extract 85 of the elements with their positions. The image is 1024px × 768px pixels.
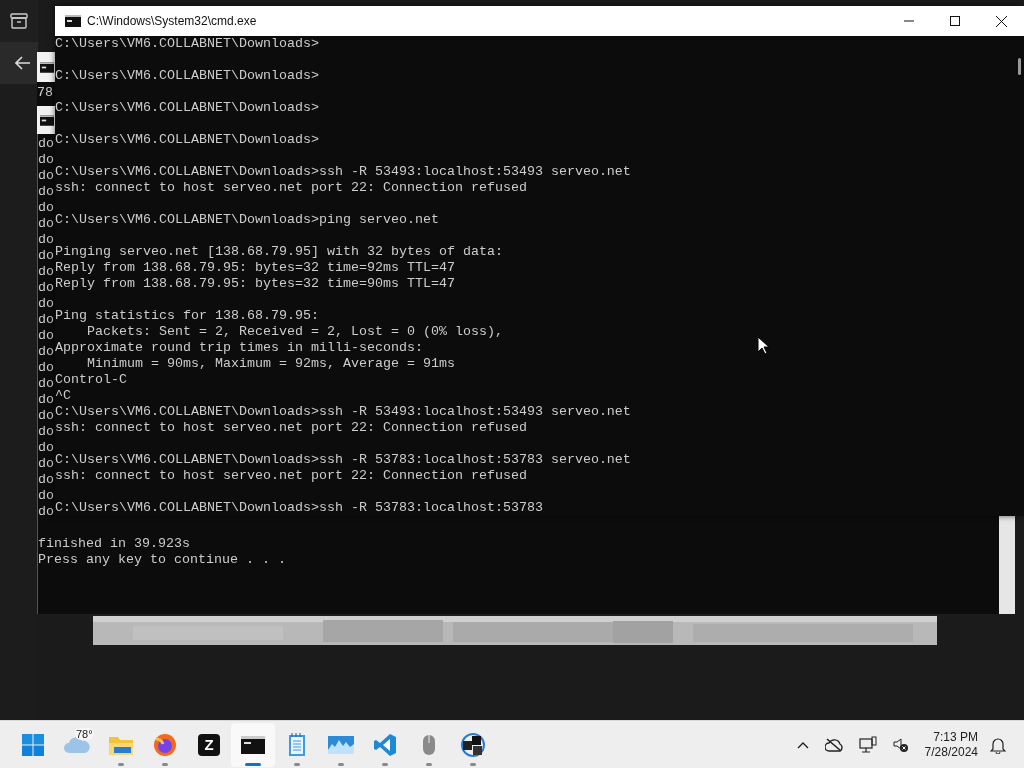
terminal-icon: [65, 15, 81, 27]
mouse-pointer-icon: [757, 336, 769, 355]
console-line: ^C: [55, 388, 71, 404]
running-indicator: [162, 762, 168, 766]
archive-icon[interactable]: [10, 13, 28, 29]
console-line: C:\Users\VM6.COLLABNET\Downloads>: [55, 132, 319, 148]
console-line: C:\Users\VM6.COLLABNET\Downloads>ssh -R 53783:localhost:53783 serveo.net: [55, 452, 631, 468]
taskbar-app-button[interactable]: [231, 722, 275, 767]
taskbar-app-button[interactable]: 78°: [55, 722, 99, 767]
notification-bell-icon[interactable]: [990, 735, 1006, 754]
console-line: do: [38, 392, 54, 408]
folder-icon: [109, 734, 133, 755]
console-line: Control-C: [55, 372, 127, 388]
console-line: do: [38, 200, 54, 216]
notepad-icon: [288, 732, 306, 757]
console-line: do: [38, 456, 54, 472]
console-line: do: [38, 232, 54, 248]
terminal-icon: [241, 735, 265, 754]
console-line: do: [38, 488, 54, 504]
console-line: Reply from 138.68.79.95: bytes=32 time=90ms TTL=47: [55, 276, 455, 292]
running-indicator: [118, 762, 124, 766]
console-line: do: [38, 312, 54, 328]
mouse-icon: [422, 733, 436, 756]
running-indicator: [426, 762, 432, 766]
running-indicator: [338, 762, 344, 766]
console-line: do: [38, 152, 54, 168]
code-editor-icon: [373, 732, 397, 757]
console-line: do: [38, 184, 54, 200]
console-line: do: [38, 424, 54, 440]
console-line: do: [38, 296, 54, 312]
cubes-icon: [460, 731, 486, 758]
taskbar-app-button[interactable]: Z: [187, 722, 231, 767]
console-line: Reply from 138.68.79.95: bytes=32 time=92ms TTL=47: [55, 260, 455, 276]
running-indicator: [382, 762, 388, 766]
console-line: do: [38, 504, 54, 520]
console-line: do: [38, 360, 54, 376]
console-line: do: [38, 264, 54, 280]
console-line: ssh: connect to host serveo.net port 22: Connection refused: [55, 468, 527, 484]
console-line: do: [38, 328, 54, 344]
back-arrow-icon[interactable]: [15, 56, 31, 70]
console-line: C:\Users\VM6.COLLABNET\Downloads>ssh -R 53493:localhost:53493 serveo.net: [55, 404, 631, 420]
running-indicator: [470, 762, 476, 766]
console-line: do: [38, 440, 54, 456]
letter-logo-icon: Z: [198, 733, 220, 756]
console-line: ssh: connect to host serveo.net port 22: Connection refused: [55, 420, 527, 436]
temperature-badge: 78°: [75, 727, 94, 740]
console-line: C:\Users\VM6.COLLABNET\Downloads>ssh -R 53783:localhost:53783: [55, 500, 543, 516]
speaker-muted-icon[interactable]: [892, 736, 909, 753]
scrollbar[interactable]: [999, 514, 1015, 614]
clock-button[interactable]: 7:13 PM 7/28/2024: [916, 729, 986, 760]
maximize-icon: [950, 16, 960, 26]
console-line: Packets: Sent = 2, Received = 2, Lost = 0 (0% loss),: [86, 324, 503, 340]
globe-fox-icon: [153, 732, 177, 757]
console-line: finished in 39.923s: [38, 536, 190, 552]
active-indicator: [245, 762, 261, 766]
network-icon[interactable]: [858, 735, 877, 754]
console-line: C:\Users\VM6.COLLABNET\Downloads>: [55, 68, 319, 84]
console-line: do: [38, 216, 54, 232]
console-line: do: [38, 472, 54, 488]
console-text: 78: [37, 85, 53, 100]
console-line: Minimum = 90ms, Maximum = 92ms, Average = 91ms: [86, 356, 455, 372]
console-line: do: [38, 168, 54, 184]
window-title: C:\Windows\System32\cmd.exe: [87, 14, 257, 28]
console-line: do: [38, 280, 54, 296]
console-line: Pinging serveo.net [138.68.79.95] with 32 bytes of data:: [55, 244, 503, 260]
console-line: do: [38, 136, 54, 152]
console-line: Approximate round trip times in milli-seconds:: [55, 340, 423, 356]
console-line: C:\Users\VM6.COLLABNET\Downloads>: [55, 36, 319, 52]
windows-logo-icon: [22, 733, 44, 756]
console-line: C:\Users\VM6.COLLABNET\Downloads>ping serveo.net: [55, 212, 439, 228]
console-line: C:\Users\VM6.COLLABNET\Downloads>ssh -R 53493:localhost:53493 serveo.net: [55, 164, 631, 180]
console-line: Ping statistics for 138.68.79.95:: [55, 308, 319, 324]
console-line: do: [38, 408, 54, 424]
chart-window-icon: [328, 735, 354, 754]
cloud-off-icon[interactable]: [824, 737, 843, 752]
console-line: do: [38, 376, 54, 392]
console-line: do: [38, 248, 54, 264]
console-line: C:\Users\VM6.COLLABNET\Downloads>: [55, 100, 319, 116]
console-line: Press any key to continue . . .: [38, 552, 286, 568]
chevron-up-icon[interactable]: [796, 740, 809, 749]
console-line: do: [38, 344, 54, 360]
scrollbar-thumb[interactable]: [1017, 58, 1021, 75]
running-indicator: [294, 762, 300, 766]
close-icon: [995, 15, 1007, 27]
console-line: ssh: connect to host serveo.net port 22: Connection refused: [55, 180, 527, 196]
